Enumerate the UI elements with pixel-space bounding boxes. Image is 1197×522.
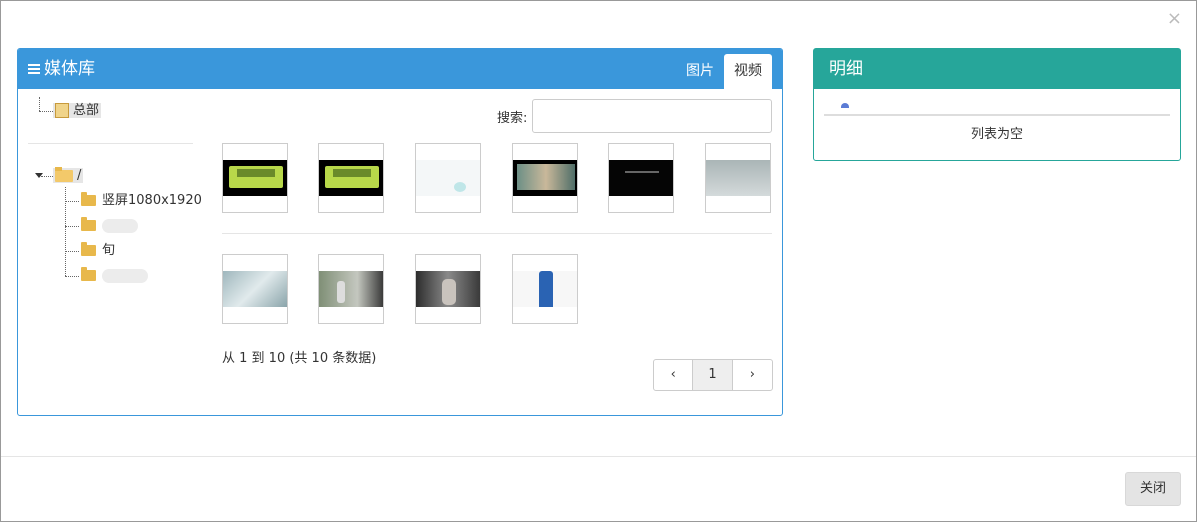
pagination-info: 从 1 到 10 (共 10 条数据)	[222, 351, 377, 366]
tree-divider	[28, 143, 193, 144]
folder-tree: 总部 / 竖屏1080x1920 旬	[18, 89, 208, 409]
tab-images[interactable]: 图片	[686, 54, 714, 89]
media-library-title-text: 媒体库	[44, 59, 95, 79]
folder-icon	[81, 267, 96, 281]
folder-icon	[81, 192, 96, 206]
detail-panel: 明细 列表为空	[813, 48, 1181, 161]
media-modal: × 媒体库 图片 视频 总部 / 竖屏1080x1920 旬 搜索: 从 1 到…	[0, 0, 1197, 522]
grid-divider	[222, 233, 772, 234]
detail-title: 明细	[814, 49, 1180, 89]
video-thumbnail[interactable]	[415, 143, 481, 213]
video-thumbnail[interactable]	[415, 254, 481, 324]
tree-node-folder-2-label	[102, 218, 138, 233]
tree-node-headquarters[interactable]: 总部	[53, 101, 102, 121]
video-thumbnail[interactable]	[608, 143, 674, 213]
thumbnail-image	[223, 271, 287, 307]
video-thumbnail[interactable]	[512, 254, 578, 324]
video-thumbnail[interactable]	[705, 143, 771, 213]
detail-divider	[824, 114, 1170, 116]
media-library-panel: 媒体库 图片 视频 总部 / 竖屏1080x1920 旬 搜索: 从 1 到 1…	[17, 48, 783, 416]
thumbnail-image	[319, 271, 383, 307]
video-thumbnail[interactable]	[512, 143, 578, 213]
search-input[interactable]	[532, 99, 772, 133]
tree-node-folder-4-label	[102, 268, 148, 283]
tree-node-xun[interactable]: 旬	[81, 241, 115, 261]
thumbnail-image	[513, 160, 577, 196]
book-icon	[55, 103, 69, 118]
folder-icon	[81, 217, 96, 231]
thumbnail-image	[513, 271, 577, 307]
tab-videos[interactable]: 视频	[724, 54, 772, 89]
tree-node-root-dir[interactable]: /	[53, 166, 84, 186]
pagination: ‹ 1 ›	[653, 359, 773, 391]
tree-node-portrait[interactable]: 竖屏1080x1920	[81, 191, 202, 211]
tree-node-portrait-label: 竖屏1080x1920	[102, 193, 202, 208]
thumbnail-image	[706, 160, 770, 196]
tree-node-xun-label: 旬	[102, 243, 116, 258]
menu-icon	[28, 62, 40, 76]
drag-handle-icon[interactable]	[841, 103, 849, 108]
thumbnail-image	[319, 160, 383, 196]
prev-page-button[interactable]: ‹	[654, 360, 694, 390]
close-button[interactable]: 关闭	[1125, 472, 1181, 506]
tree-node-folder-2[interactable]	[81, 216, 138, 236]
thumbnail-image	[223, 160, 287, 196]
video-thumbnail[interactable]	[222, 143, 288, 213]
close-icon[interactable]: ×	[1167, 9, 1182, 29]
detail-empty-text: 列表为空	[970, 127, 1023, 142]
tree-node-headquarters-label: 总部	[73, 103, 100, 118]
tree-node-folder-4[interactable]	[81, 266, 148, 286]
thumbnail-image	[416, 271, 480, 307]
next-page-button[interactable]: ›	[733, 360, 772, 390]
video-thumbnail[interactable]	[318, 254, 384, 324]
folder-open-icon	[55, 166, 73, 182]
folder-icon	[81, 242, 96, 256]
search-label: 搜索:	[497, 111, 528, 126]
thumbnail-image	[609, 160, 673, 196]
thumbnail-image	[416, 160, 480, 196]
footer-divider	[1, 456, 1196, 457]
tree-node-root-dir-label: /	[77, 168, 82, 183]
video-thumbnail[interactable]	[318, 143, 384, 213]
media-library-title: 媒体库	[28, 58, 95, 80]
page-1-button[interactable]: 1	[693, 360, 733, 390]
video-thumbnail[interactable]	[222, 254, 288, 324]
media-library-header: 媒体库 图片 视频	[18, 49, 782, 89]
